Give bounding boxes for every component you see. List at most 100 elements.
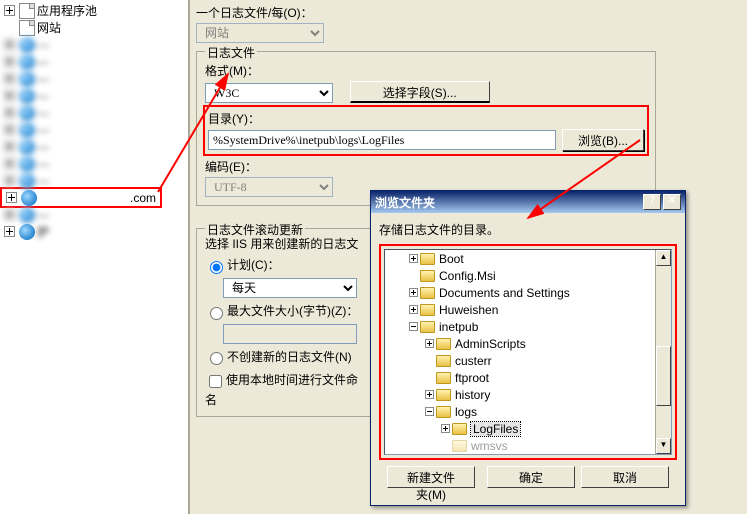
dir-highlight-box: 目录(Y)： 浏览(B)... [205,107,647,154]
tree-item-site[interactable]: --- [0,36,188,53]
folder-icon [420,321,435,333]
folder-tree-row[interactable]: Huweishen [385,301,671,318]
nocreate-radio-label[interactable]: 不创建新的日志文件(N) [205,350,352,364]
dialog-title: 浏览文件夹 [375,194,641,211]
expand-icon[interactable] [425,339,434,348]
folder-tree-row[interactable]: LogFiles [385,420,671,437]
dir-label: 目录(Y)： [208,110,644,127]
help-button[interactable]: ? [643,194,661,210]
folder-icon [452,440,467,452]
tree-label: 应用程序池 [37,2,97,19]
expand-icon[interactable] [409,322,418,331]
tree-item-site[interactable]: --- [0,70,188,87]
browse-button[interactable]: 浏览(B)... [562,129,644,151]
tree-item-site[interactable]: --- [0,104,188,121]
expand-icon[interactable] [409,305,418,314]
tree-item-site[interactable]: --- [0,155,188,172]
per-select[interactable]: 网站 [196,23,324,43]
browse-folder-dialog: 浏览文件夹 ? ✕ 存储日志文件的目录。 ▲ ▼ BootConfig.MsiD… [370,190,686,506]
folder-tree-row[interactable]: Boot [385,250,671,267]
folder-icon [436,406,451,418]
dialog-titlebar[interactable]: 浏览文件夹 ? ✕ [371,191,685,213]
folder-icon [436,338,451,350]
folder-tree[interactable]: ▲ ▼ Boot Config.MsiDocuments and Settings… [384,249,672,455]
folder-tree-row[interactable]: Config.Msi [385,267,671,284]
tree-label: 护 [37,223,49,240]
schedule-select[interactable]: 每天 [223,278,357,298]
folder-tree-row[interactable]: history [385,386,671,403]
close-button[interactable]: ✕ [663,194,681,210]
folder-tree-row[interactable]: custerr [385,352,671,369]
dialog-tree-highlight: ▲ ▼ Boot Config.MsiDocuments and Settings… [379,244,677,460]
expand-icon[interactable] [425,407,434,416]
folder-icon [420,304,435,316]
localtime-checkbox[interactable] [209,375,222,388]
folder-label: Boot [439,252,464,266]
folder-label: history [455,388,490,402]
tree-item-site[interactable]: --- [0,206,188,223]
scrollbar[interactable]: ▲ ▼ [655,250,671,454]
scroll-up-button[interactable]: ▲ [656,250,671,266]
folder-label: inetpub [439,320,478,334]
encoding-select[interactable]: UTF-8 [205,177,333,197]
expand-icon[interactable] [4,5,15,16]
encoding-label: 编码(E)： [205,158,647,175]
folder-label: LogFiles [471,422,520,436]
roll-fieldset: 日志文件滚动更新 选择 IIS 用来创建新的日志文 计划(C)： 每天 最大文件… [196,228,376,417]
roll-legend: 日志文件滚动更新 [205,221,305,238]
folder-icon [436,389,451,401]
tree-item-site-highlighted[interactable]: .com [2,189,160,206]
dir-input[interactable] [208,130,556,150]
folder-icon [452,423,467,435]
folder-tree-row[interactable]: ftproot [385,369,671,386]
scroll-thumb[interactable] [656,346,671,406]
websites-icon [19,20,35,36]
select-fields-button[interactable]: 选择字段(S)... [350,81,490,103]
maxsize-input[interactable] [223,324,357,344]
globe-icon [21,190,37,206]
expand-icon[interactable] [409,254,418,263]
maxsize-radio[interactable] [210,307,223,320]
tree-item-site[interactable]: --- [0,87,188,104]
folder-label: Config.Msi [439,269,496,283]
tree-item-site[interactable]: --- [0,138,188,155]
folder-label: ftproot [455,371,489,385]
folder-tree-row[interactable]: logs [385,403,671,420]
tree-item-site[interactable]: --- [0,172,188,189]
format-select[interactable]: W3C [205,83,333,103]
tree-item-site[interactable]: --- [0,121,188,138]
expand-icon[interactable] [441,424,450,433]
tree-item-site[interactable]: --- [0,53,188,70]
schedule-radio[interactable] [210,261,223,274]
folder-tree-row[interactable]: inetpub [385,318,671,335]
tree-item-websites[interactable]: 网站 [0,19,188,36]
per-label: 一个日志文件/每(O)： [196,4,741,21]
tree-label: .com [39,191,160,205]
left-tree-panel: 应用程序池 网站 --- --- --- --- --- --- --- ---… [0,0,190,514]
apppool-icon [19,3,35,19]
newfolder-button[interactable]: 新建文件夹(M) [387,466,475,488]
folder-tree-row[interactable]: Documents and Settings [385,284,671,301]
ok-button[interactable]: 确定 [487,466,575,488]
nocreate-radio[interactable] [210,352,223,365]
folder-label: logs [455,405,477,419]
folder-icon [420,270,435,282]
folder-icon [436,372,451,384]
expand-icon[interactable] [409,288,418,297]
cancel-button[interactable]: 取消 [581,466,669,488]
folder-label: Huweishen [439,303,498,317]
expand-icon[interactable] [425,390,434,399]
folder-icon [420,287,435,299]
logfile-fieldset: 日志文件 格式(M)： W3C 选择字段(S)... 目录(Y)： 浏览(B).… [196,51,656,206]
expand-icon[interactable] [6,192,17,203]
folder-label: AdminScripts [455,337,526,351]
tree-item-site[interactable]: 护 [0,223,188,240]
folder-label: wmsvs [471,439,508,453]
schedule-radio-label[interactable]: 计划(C)： [205,258,280,272]
maxsize-radio-label[interactable]: 最大文件大小(字节)(Z)： [205,304,358,318]
localtime-check-label[interactable]: 使用本地时间进行文件命名 [205,373,358,406]
tree-label: 网站 [37,19,61,36]
folder-tree-row[interactable]: wmsvs [385,437,671,454]
folder-tree-row[interactable]: AdminScripts [385,335,671,352]
tree-item-apppool[interactable]: 应用程序池 [0,2,188,19]
